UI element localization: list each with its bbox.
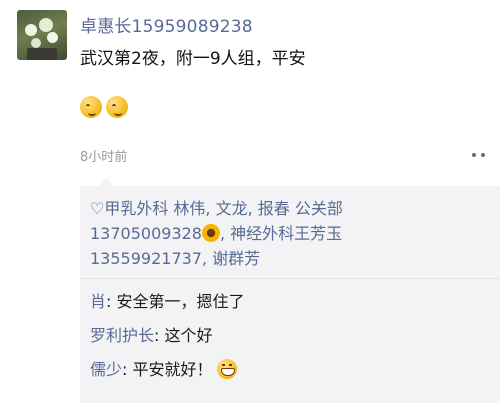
more-dots-icon[interactable] [472, 148, 500, 162]
post-text: 武汉第2夜，附一9人组，平安 [80, 49, 306, 69]
heart-icon: ♡ [90, 199, 105, 218]
comment-text: : 平安就好！ [122, 360, 213, 379]
smiling-emoji-icon [106, 96, 128, 118]
comment-author[interactable]: 罗利护长 [90, 326, 154, 345]
comment-item[interactable]: 肖: 安全第一，摁住了 [90, 288, 245, 312]
comment-text: : 这个好 [154, 326, 213, 345]
comment-item[interactable]: 儒少: 平安就好！ [90, 356, 237, 380]
comment-area: ♡甲乳外科 林伟, 文龙, 报春 公关部 13705009328, 神经外科王芳… [80, 178, 500, 403]
comment-author[interactable]: 儒少 [90, 360, 122, 379]
smiling-emoji-icon [80, 96, 102, 118]
comment-text: : 安全第一，摁住了 [106, 292, 245, 311]
sunflower-emoji-icon [201, 224, 220, 242]
likes-list: ♡甲乳外科 林伟, 文龙, 报春 公关部 13705009328, 神经外科王芳… [90, 196, 430, 271]
post-timestamp: 8小时前 [80, 150, 128, 165]
comment-author[interactable]: 肖 [90, 292, 106, 311]
comment-item[interactable]: 罗利护长: 这个好 [90, 322, 213, 346]
divider [80, 278, 500, 279]
post-emojis [80, 96, 128, 118]
avatar[interactable] [17, 10, 67, 60]
author-name[interactable]: 卓惠长15959089238 [80, 12, 253, 37]
grin-emoji-icon [216, 359, 237, 379]
